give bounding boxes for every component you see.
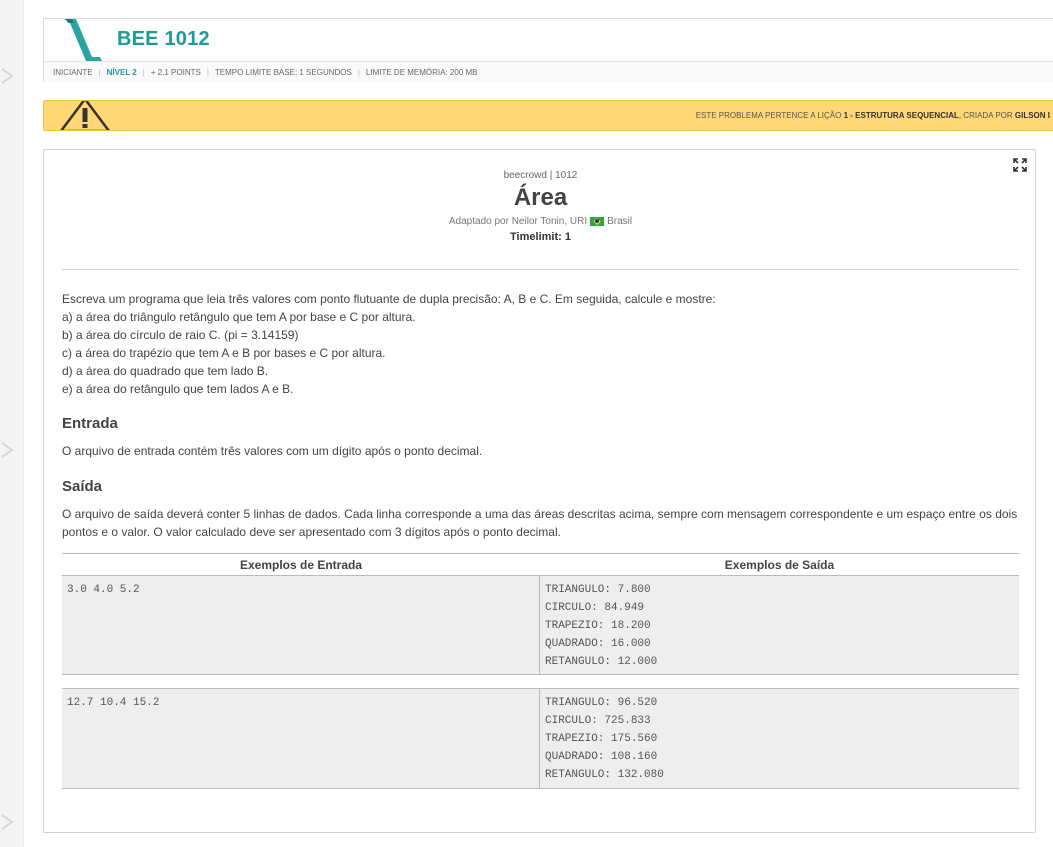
examples-header-row: Exemplos de Entrada Exemplos de Saída bbox=[62, 553, 1019, 575]
left-sidebar-rail bbox=[0, 0, 24, 847]
input-description: O arquivo de entrada contém três valores… bbox=[62, 444, 483, 458]
description-line: d) a área do quadrado que tem lado B. bbox=[62, 364, 269, 378]
brazil-flag-icon bbox=[590, 217, 605, 226]
description-line: a) a área do triângulo retângulo que tem… bbox=[62, 310, 416, 324]
examples-table: Exemplos de Entrada Exemplos de Saída 3.… bbox=[62, 553, 1019, 789]
description-line: Escreva um programa que leia três valore… bbox=[62, 292, 716, 306]
warning-triangle-icon bbox=[60, 101, 110, 130]
lesson-link[interactable]: 1 - ESTRUTURA SEQUENCIAL bbox=[844, 111, 959, 120]
notice-prefix: ESTE PROBLEMA PERTENCE A LIÇÃO bbox=[695, 111, 844, 120]
adapted-by-line: Adaptado por Neilor Tonin, URI Brasil bbox=[62, 216, 1019, 227]
time-limit-label: TEMPO LIMITE BASE: 1 SEGUNDOS bbox=[214, 68, 352, 77]
beecrowd-logo bbox=[64, 19, 102, 61]
description-line: b) a área do círculo de raio C. (pi = 3.… bbox=[62, 328, 299, 342]
page-title: Área bbox=[513, 184, 568, 211]
examples-input-header: Exemplos de Entrada bbox=[239, 558, 363, 572]
chevron-right-icon[interactable] bbox=[0, 812, 16, 832]
author-link[interactable]: GILSON I bbox=[1015, 111, 1050, 120]
output-heading: Saída bbox=[62, 478, 103, 495]
description-line: e) a área do retângulo que tem lados A e… bbox=[62, 382, 294, 396]
problem-code: BEE 1012 bbox=[117, 28, 210, 50]
category-label[interactable]: INICIANTE bbox=[53, 68, 93, 77]
notice-middle: , CRIADA POR bbox=[958, 111, 1015, 120]
lesson-notice-text: ESTE PROBLEMA PERTENCE A LIÇÃO 1 - ESTRU… bbox=[696, 111, 1050, 120]
example-input[interactable]: 12.7 10.4 15.2 bbox=[62, 689, 540, 788]
chevron-right-icon[interactable] bbox=[0, 66, 16, 86]
points-label: + 2.1 POINTS bbox=[150, 68, 201, 77]
memory-limit-label: LIMITE DE MEMÓRIA: 200 MB bbox=[365, 68, 478, 77]
adapted-by-text: Adaptado por Neilor Tonin, URI bbox=[448, 216, 588, 227]
problem-description: Escreva um programa que leia três valore… bbox=[62, 290, 1022, 398]
example-row: 3.0 4.0 5.2 TRIANGULO: 7.800 CIRCULO: 84… bbox=[62, 575, 1019, 675]
level-label: NÍVEL 2 bbox=[106, 68, 137, 77]
problem-header: BEE 1012 INICIANTE | NÍVEL 2 | + 2.1 POI… bbox=[43, 18, 1053, 83]
breadcrumb: beecrowd | 1012 bbox=[503, 170, 578, 181]
example-row: 12.7 10.4 15.2 TRIANGULO: 96.520 CIRCULO… bbox=[62, 688, 1019, 789]
input-heading: Entrada bbox=[62, 415, 118, 432]
title-divider bbox=[62, 269, 1019, 270]
country-label: Brasil bbox=[607, 216, 633, 227]
example-input[interactable]: 3.0 4.0 5.2 bbox=[62, 576, 540, 674]
timelimit-label: Timelimit: 1 bbox=[510, 231, 571, 243]
example-output[interactable]: TRIANGULO: 96.520 CIRCULO: 725.833 TRAPE… bbox=[540, 689, 1019, 788]
output-description: O arquivo de saída deverá conter 5 linha… bbox=[62, 507, 1018, 539]
problem-title-block: beecrowd | 1012 Área Adaptado por Neilor… bbox=[62, 170, 1019, 243]
lesson-notice-bar: ESTE PROBLEMA PERTENCE A LIÇÃO 1 - ESTRU… bbox=[43, 100, 1053, 131]
example-output[interactable]: TRIANGULO: 7.800 CIRCULO: 84.949 TRAPEZI… bbox=[540, 576, 1019, 674]
problem-meta-bar: INICIANTE | NÍVEL 2 | + 2.1 POINTS | TEM… bbox=[44, 61, 1053, 83]
examples-output-header: Exemplos de Saída bbox=[724, 558, 835, 572]
problem-content-card: beecrowd | 1012 Área Adaptado por Neilor… bbox=[43, 149, 1036, 833]
description-line: c) a área do trapézio que tem A e B por … bbox=[62, 346, 386, 360]
chevron-right-icon[interactable] bbox=[0, 440, 16, 460]
